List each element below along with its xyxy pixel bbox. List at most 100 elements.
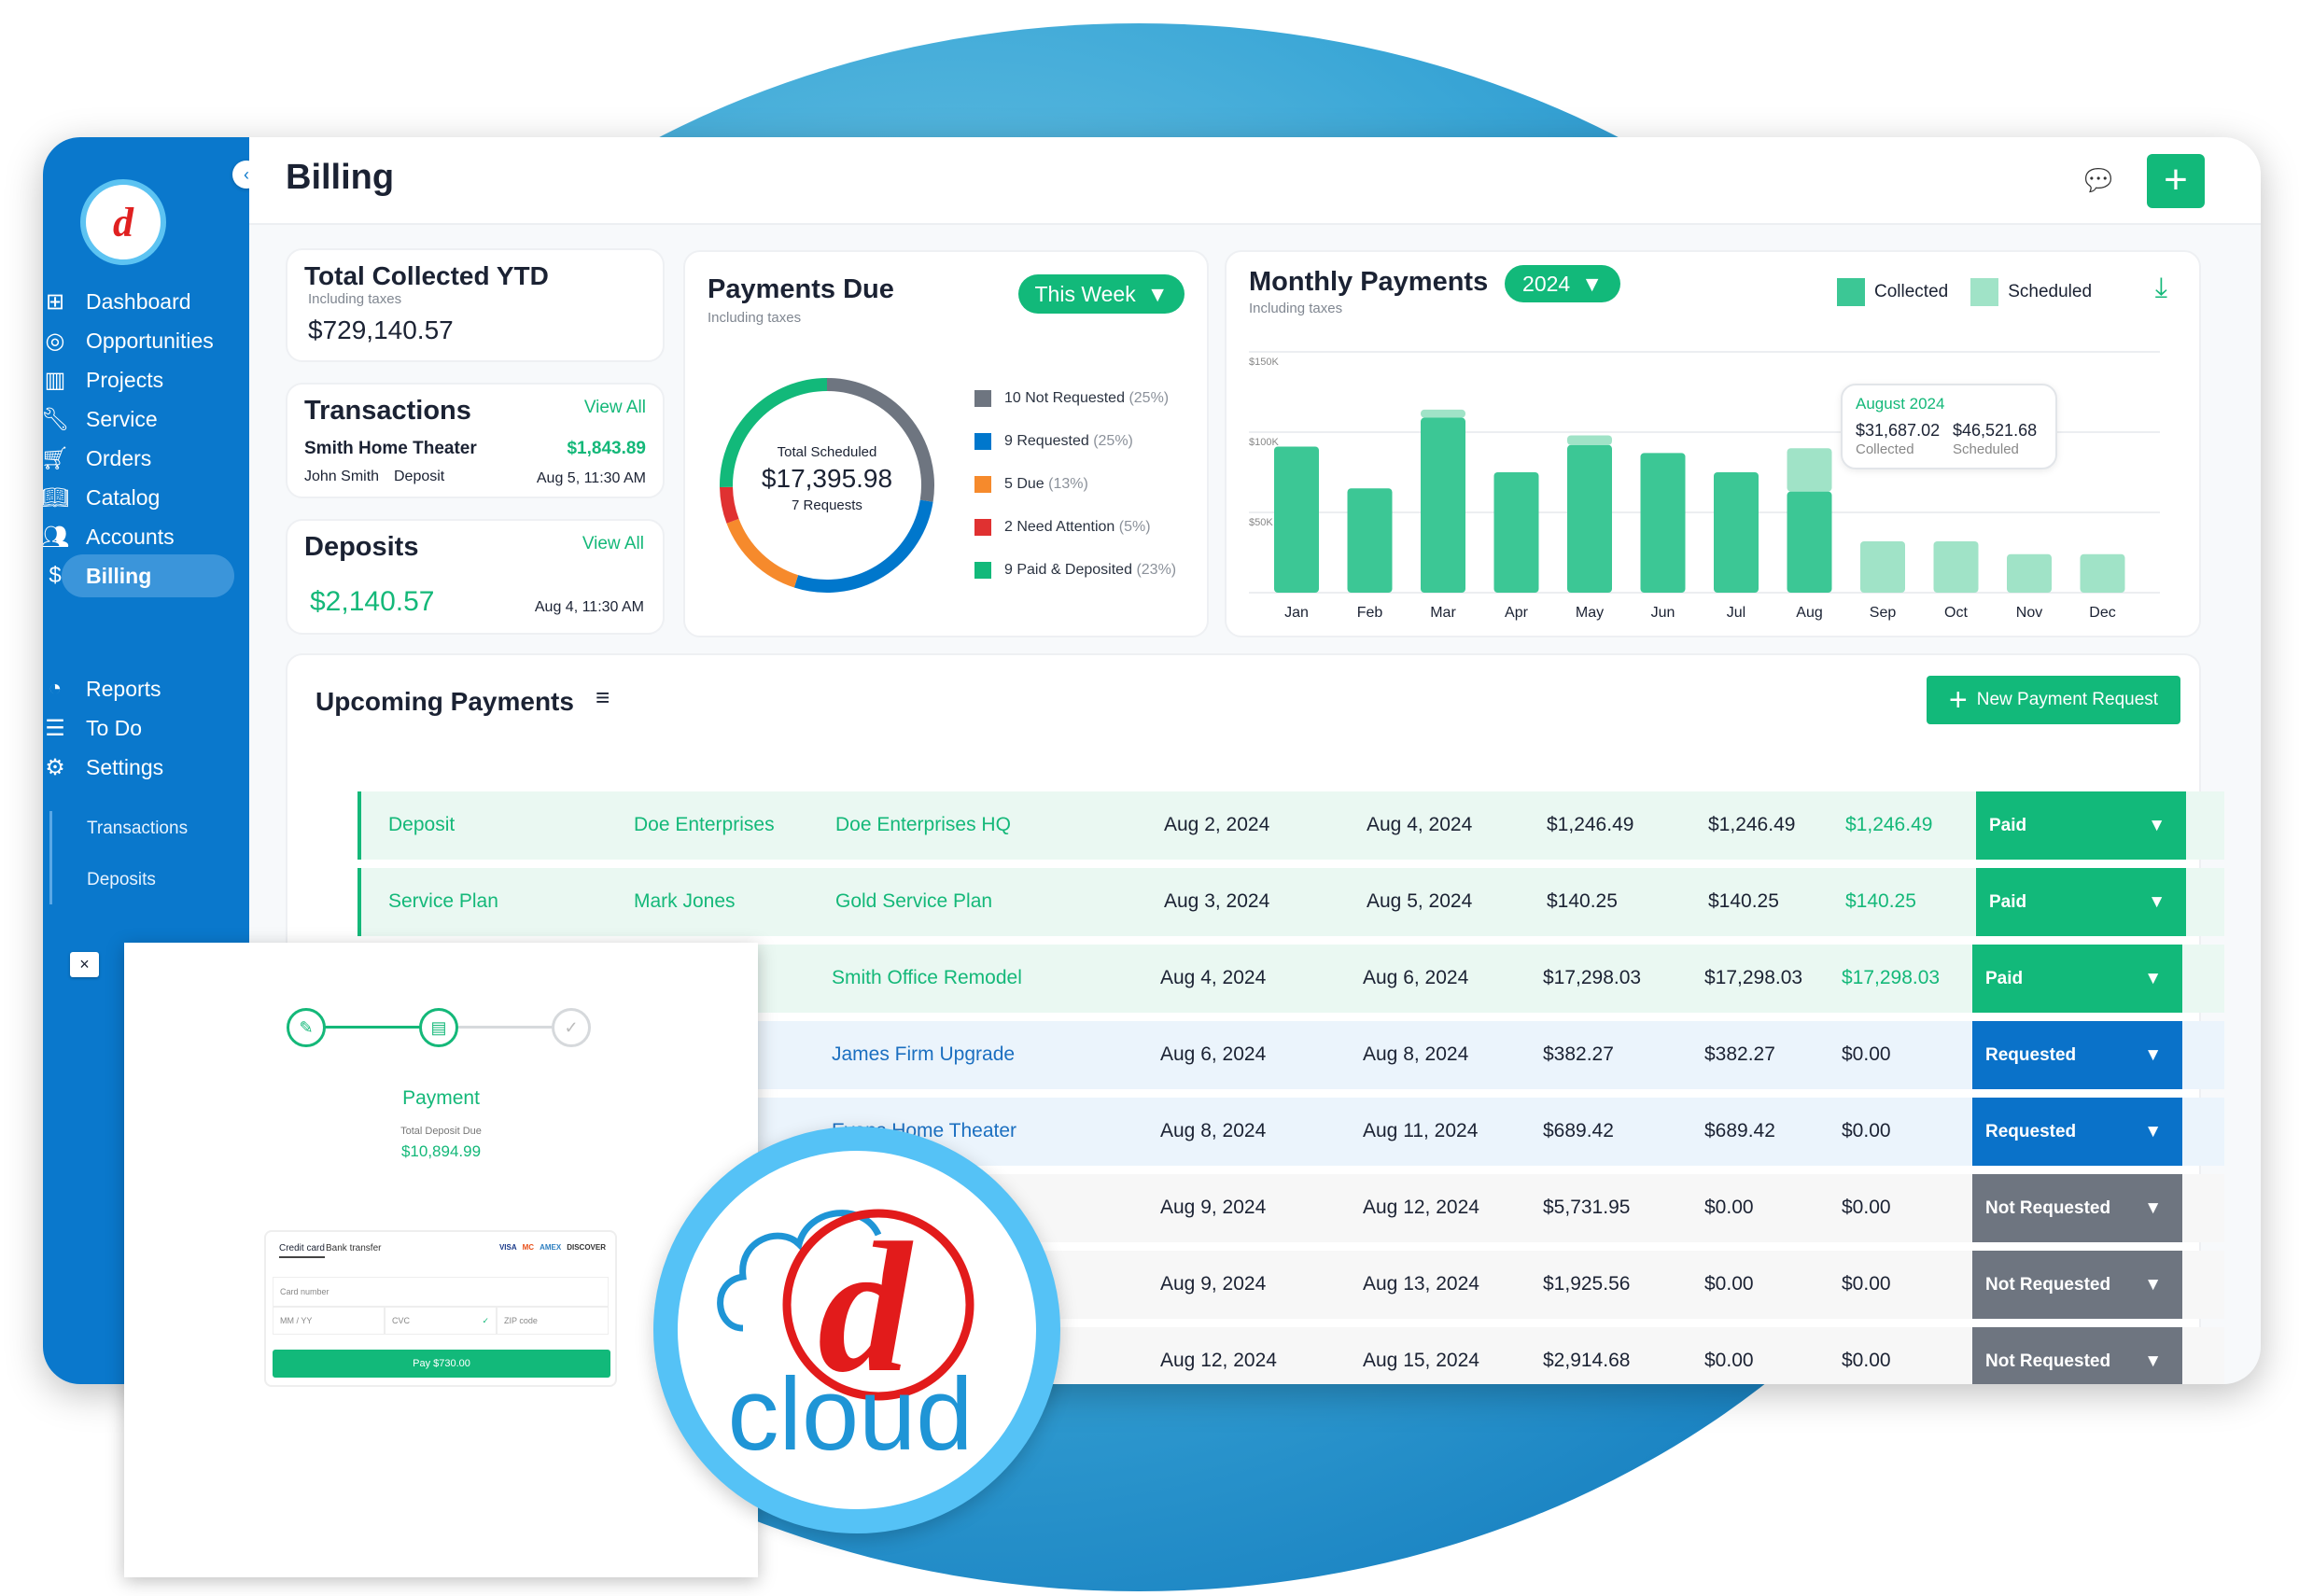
chat-icon[interactable]: 💬︎ (2078, 160, 2119, 201)
new-payment-request-button[interactable]: + New Payment Request (1927, 676, 2180, 724)
sidebar-item-service[interactable]: 🔧︎ Service (43, 398, 249, 441)
cell-term[interactable]: Deposit (388, 814, 455, 836)
status-dropdown[interactable]: Not Requested ▼ (1972, 1251, 2182, 1319)
cell-project[interactable]: James Firm Upgrade (832, 1043, 1015, 1066)
cell-billing: Aug 6, 2024 (1160, 1043, 1267, 1065)
sidebar-item-accounts[interactable]: 👥︎ Accounts (43, 515, 249, 558)
donut-legend-item: 9 Paid & Deposited (23%) (974, 562, 1176, 579)
cell-billing: Aug 9, 2024 (1160, 1273, 1267, 1295)
cell-due: Aug 15, 2024 (1363, 1350, 1479, 1371)
bar-collected-jun[interactable] (1640, 453, 1686, 593)
bar-collected-aug[interactable] (1787, 491, 1832, 593)
monthly-payments-card: Monthly Payments Including taxes 2024 ▼ C… (1225, 250, 2201, 637)
bar-collected-jul[interactable] (1714, 472, 1759, 593)
y-tick-label: $100K (1249, 437, 1279, 448)
sidebar-sub-transactions[interactable]: Transactions (87, 819, 188, 839)
cell-billing: Aug 3, 2024 (1164, 890, 1270, 912)
cell-term[interactable]: Service Plan (388, 890, 498, 913)
total-collected-card: Total Collected YTD Including taxes $729… (286, 248, 665, 362)
sidebar-item-catalog[interactable]: 📖︎ Catalog (43, 476, 249, 519)
sidebar-item-to-do[interactable]: ☰ To Do (43, 707, 249, 749)
cell-paid: $17,298.03 (1842, 967, 1941, 988)
status-dropdown[interactable]: Requested ▼ (1972, 1098, 2182, 1166)
sidebar-item-orders[interactable]: 🛒︎ Orders (43, 437, 249, 480)
cell-requested: $0.00 (1704, 1197, 1754, 1218)
status-dropdown[interactable]: Not Requested ▼ (1972, 1327, 2182, 1384)
sidebar-item-settings[interactable]: ⚙ Settings (43, 746, 249, 789)
status-dropdown[interactable]: Not Requested ▼ (1972, 1174, 2182, 1242)
caret-down-icon: ▼ (2148, 891, 2166, 912)
status-dropdown[interactable]: Paid ▼ (1976, 868, 2186, 936)
sidebar-item-billing[interactable]: $ Billing (43, 554, 249, 597)
svg-text:cloud: cloud (728, 1357, 974, 1472)
logo: d (80, 179, 166, 265)
transaction-date: Aug 5, 11:30 AM (536, 470, 646, 486)
status-label: Paid (1985, 968, 2024, 988)
bar-scheduled-may[interactable] (1567, 435, 1612, 445)
cell-client[interactable]: Doe Enterprises (634, 814, 775, 836)
donut-legend-item: 2 Need Attention (5%) (974, 519, 1151, 536)
filter-icon[interactable]: ≡ (596, 683, 610, 712)
sidebar-item-opportunities[interactable]: ◎ Opportunities (43, 319, 249, 362)
bar-scheduled-aug[interactable] (1787, 448, 1832, 492)
card-title: Deposits (304, 532, 419, 562)
bar-scheduled-mar[interactable] (1421, 409, 1465, 418)
transactions-view-all-link[interactable]: View All (584, 398, 646, 418)
x-tick-label: Mar (1430, 605, 1456, 621)
status-label: Not Requested (1985, 1274, 2111, 1295)
chart-tooltip: August 2024 $31,687.02 $46,521.68 Collec… (1841, 384, 2057, 469)
card-number-input[interactable]: Card number (273, 1277, 609, 1307)
sidebar-item-reports[interactable]: ◔ Reports (43, 667, 249, 710)
bar-scheduled-dec[interactable] (2080, 553, 2125, 593)
y-tick-label: $50K (1249, 517, 1273, 528)
bar-scheduled-nov[interactable] (2007, 553, 2052, 593)
bar-scheduled-oct[interactable] (1933, 540, 1979, 593)
expiry-input[interactable]: MM / YY (273, 1307, 385, 1335)
cell-due: Aug 11, 2024 (1363, 1120, 1479, 1141)
tab-credit-card[interactable]: Credit card (279, 1243, 325, 1258)
table-row[interactable]: Service Plan Mark Jones Gold Service Plan A… (357, 868, 2224, 936)
check-icon: ✓ (482, 1316, 489, 1325)
cell-client[interactable]: Mark Jones (634, 890, 736, 913)
cell-paid: $0.00 (1842, 1273, 1891, 1295)
deposits-view-all-link[interactable]: View All (582, 534, 644, 554)
sidebar-item-label: Accounts (86, 524, 175, 549)
cell-project[interactable]: Gold Service Plan (835, 890, 992, 913)
period-dropdown[interactable]: This Week ▼ (1018, 274, 1185, 314)
cell-requested: $17,298.03 (1704, 967, 1803, 988)
status-dropdown[interactable]: Requested ▼ (1972, 1021, 2182, 1089)
due-value: $10,894.99 (400, 1142, 482, 1160)
cvc-input[interactable]: CVC ✓ (385, 1307, 497, 1335)
legend-swatch (974, 476, 991, 493)
status-dropdown[interactable]: Paid ▼ (1972, 945, 2182, 1013)
close-button[interactable]: × (70, 952, 99, 977)
bar-collected-apr[interactable] (1493, 472, 1539, 593)
zip-input[interactable]: ZIP code (497, 1307, 609, 1335)
bar-collected-may[interactable] (1567, 444, 1612, 593)
status-label: Paid (1989, 815, 2027, 835)
cell-billing: Aug 2, 2024 (1164, 814, 1270, 835)
tab-bank-transfer[interactable]: Bank transfer (326, 1243, 381, 1253)
bar-collected-jan[interactable] (1274, 446, 1319, 593)
add-button[interactable]: + (2147, 154, 2205, 208)
donut-legend-item: 10 Not Requested (25%) (974, 390, 1169, 407)
bar-scheduled-sep[interactable] (1860, 540, 1905, 593)
bar-collected-mar[interactable] (1421, 417, 1465, 593)
cell-total: $2,914.68 (1543, 1350, 1631, 1371)
sidebar-sub-deposits[interactable]: Deposits (87, 870, 156, 890)
wrench-icon: 🔧︎ (43, 406, 70, 432)
donut-legend-item: 5 Due (13%) (974, 476, 1088, 493)
sidebar-item-dashboard[interactable]: ⊞ Dashboard (43, 280, 249, 323)
x-tick-label: Aug (1796, 605, 1822, 621)
bar-collected-feb[interactable] (1347, 488, 1393, 593)
cell-project[interactable]: Doe Enterprises HQ (835, 814, 1011, 836)
x-tick-label: Feb (1357, 605, 1383, 621)
cell-due: Aug 8, 2024 (1363, 1043, 1469, 1065)
sidebar-item-label: Projects (86, 367, 164, 392)
pay-button[interactable]: Pay $730.00 (273, 1350, 610, 1378)
status-dropdown[interactable]: Paid ▼ (1976, 791, 2186, 860)
table-row[interactable]: Deposit Doe Enterprises Doe Enterprises HQ… (357, 791, 2224, 860)
card-form: Credit card Bank transfer VISA MC AMEX DISC… (264, 1230, 617, 1387)
cell-project[interactable]: Smith Office Remodel (832, 967, 1022, 989)
sidebar-item-projects[interactable]: ▥ Projects (43, 358, 249, 401)
